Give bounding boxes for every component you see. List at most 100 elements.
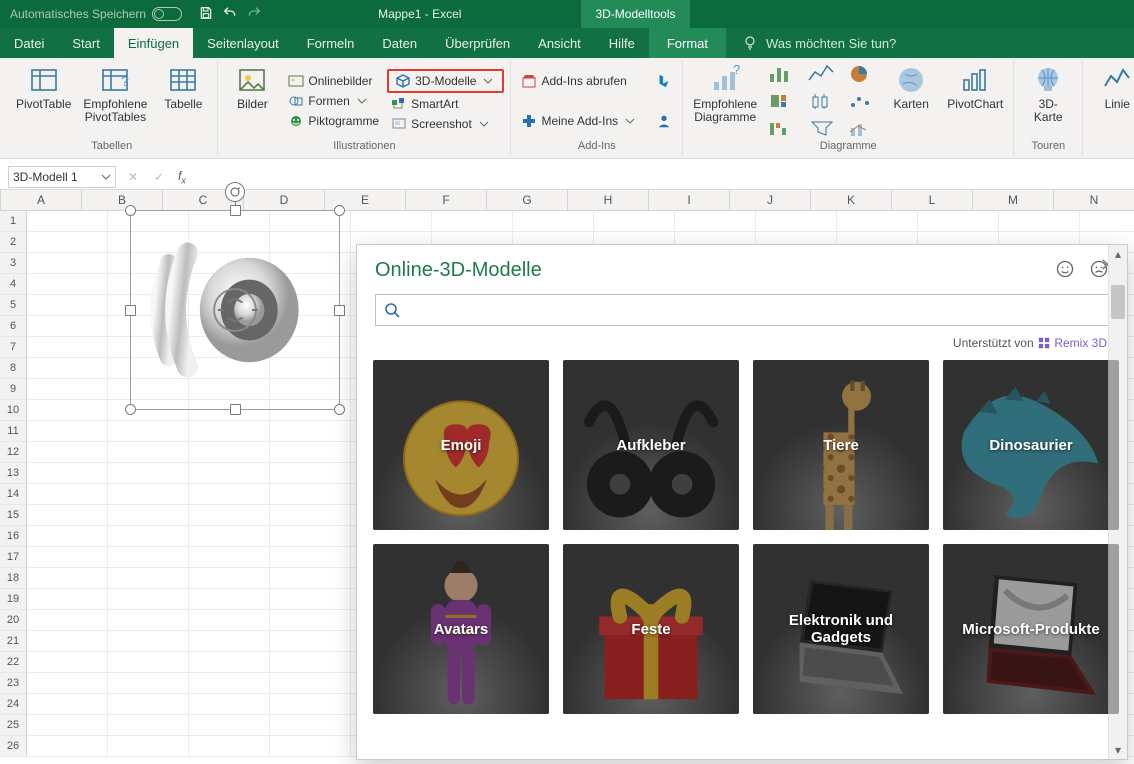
undo-icon[interactable] bbox=[222, 5, 238, 24]
row-header[interactable]: 2 bbox=[0, 232, 26, 253]
recommended-charts-button[interactable]: ? Empfohlene Diagramme bbox=[689, 62, 761, 140]
row-header[interactable]: 13 bbox=[0, 463, 26, 484]
table-button[interactable]: Tabelle bbox=[155, 62, 211, 140]
row-header[interactable]: 22 bbox=[0, 652, 26, 673]
row-header[interactable]: 20 bbox=[0, 610, 26, 631]
category-card[interactable]: Feste bbox=[563, 544, 739, 714]
category-card[interactable]: Elektronik und Gadgets bbox=[753, 544, 929, 714]
column-header[interactable]: N bbox=[1054, 190, 1134, 210]
column-header[interactable]: H bbox=[568, 190, 649, 210]
rotate-handle-icon[interactable] bbox=[225, 182, 245, 202]
scrollbar-thumb[interactable] bbox=[1111, 285, 1125, 319]
line-chart-button[interactable] bbox=[805, 63, 839, 85]
tab-daten[interactable]: Daten bbox=[368, 28, 431, 58]
row-header[interactable]: 21 bbox=[0, 631, 26, 652]
column-header[interactable]: G bbox=[487, 190, 568, 210]
resize-handle[interactable] bbox=[334, 205, 345, 216]
row-header[interactable]: 26 bbox=[0, 736, 26, 757]
recommended-pivot-button[interactable]: ? Empfohlene PivotTables bbox=[79, 62, 151, 140]
column-header[interactable]: F bbox=[406, 190, 487, 210]
column-header[interactable]: I bbox=[649, 190, 730, 210]
pictures-button[interactable]: Bilder bbox=[224, 62, 280, 140]
smartart-button[interactable]: SmartArt bbox=[387, 95, 504, 113]
row-header[interactable]: 19 bbox=[0, 589, 26, 610]
column-header[interactable]: M bbox=[973, 190, 1054, 210]
row-header[interactable]: 18 bbox=[0, 568, 26, 589]
column-chart-button[interactable] bbox=[765, 63, 799, 85]
column-header[interactable]: B bbox=[82, 190, 163, 210]
resize-handle[interactable] bbox=[230, 404, 241, 415]
pivottable-button[interactable]: PivotTable bbox=[12, 62, 75, 140]
feedback-happy-icon[interactable] bbox=[1055, 259, 1075, 282]
scatter-chart-button[interactable] bbox=[845, 90, 879, 112]
funnel-chart-button[interactable] bbox=[805, 117, 839, 139]
row-header[interactable]: 16 bbox=[0, 526, 26, 547]
row-header[interactable]: 12 bbox=[0, 442, 26, 463]
tab-formeln[interactable]: Formeln bbox=[293, 28, 369, 58]
row-header[interactable]: 5 bbox=[0, 295, 26, 316]
row-header[interactable]: 7 bbox=[0, 337, 26, 358]
tab-start[interactable]: Start bbox=[58, 28, 113, 58]
row-header[interactable]: 1 bbox=[0, 211, 26, 232]
tab-datei[interactable]: Datei bbox=[0, 28, 58, 58]
statistic-chart-button[interactable] bbox=[805, 90, 839, 112]
cancel-formula-button[interactable]: ✕ bbox=[120, 170, 146, 184]
tab-seitenlayout[interactable]: Seitenlayout bbox=[193, 28, 293, 58]
row-header[interactable]: 17 bbox=[0, 547, 26, 568]
3d-models-button[interactable]: 3D-Modelle bbox=[387, 69, 504, 93]
people-graph-addin[interactable] bbox=[652, 112, 676, 130]
waterfall-chart-button[interactable] bbox=[765, 117, 799, 139]
fx-icon[interactable]: fx bbox=[172, 169, 192, 185]
autosave-toggle[interactable]: Automatisches Speichern bbox=[0, 7, 192, 21]
row-header[interactable]: 3 bbox=[0, 253, 26, 274]
column-header[interactable]: A bbox=[1, 190, 82, 210]
category-card[interactable]: Tiere bbox=[753, 360, 929, 530]
row-header[interactable]: 4 bbox=[0, 274, 26, 295]
tab-überprüfen[interactable]: Überprüfen bbox=[431, 28, 524, 58]
column-header[interactable]: D bbox=[244, 190, 325, 210]
get-addins-button[interactable]: Add-Ins abrufen bbox=[517, 72, 642, 90]
row-header[interactable]: 9 bbox=[0, 379, 26, 400]
formula-input[interactable] bbox=[192, 167, 1134, 187]
name-box[interactable]: 3D-Modell 1 bbox=[8, 166, 116, 188]
hierarchy-chart-button[interactable] bbox=[765, 90, 799, 112]
row-header[interactable]: 8 bbox=[0, 358, 26, 379]
online-pictures-button[interactable]: Onlinebilder bbox=[284, 72, 383, 90]
search-input[interactable] bbox=[375, 294, 1109, 326]
combo-chart-button[interactable] bbox=[845, 117, 879, 139]
pie-chart-button[interactable] bbox=[845, 63, 879, 85]
category-card[interactable]: Avatars bbox=[373, 544, 549, 714]
column-header[interactable]: K bbox=[811, 190, 892, 210]
screenshot-button[interactable]: Screenshot bbox=[387, 115, 504, 133]
resize-handle[interactable] bbox=[334, 305, 345, 316]
row-header[interactable]: 14 bbox=[0, 484, 26, 505]
column-header[interactable]: J bbox=[730, 190, 811, 210]
category-card[interactable]: Microsoft-Produkte bbox=[943, 544, 1119, 714]
maps-button[interactable]: Karten bbox=[883, 62, 939, 140]
tab-ansicht[interactable]: Ansicht bbox=[524, 28, 595, 58]
scroll-up-icon[interactable]: ▴ bbox=[1109, 245, 1127, 263]
row-header[interactable]: 24 bbox=[0, 694, 26, 715]
row-header[interactable]: 11 bbox=[0, 421, 26, 442]
tab-hilfe[interactable]: Hilfe bbox=[595, 28, 649, 58]
row-header[interactable]: 25 bbox=[0, 715, 26, 736]
confirm-formula-button[interactable]: ✓ bbox=[146, 170, 172, 184]
row-header[interactable]: 10 bbox=[0, 400, 26, 421]
my-addins-button[interactable]: Meine Add-Ins bbox=[517, 112, 642, 130]
row-header[interactable]: 23 bbox=[0, 673, 26, 694]
category-card[interactable]: Aufkleber bbox=[563, 360, 739, 530]
resize-handle[interactable] bbox=[125, 404, 136, 415]
scroll-down-icon[interactable]: ▾ bbox=[1109, 741, 1127, 759]
column-header[interactable]: L bbox=[892, 190, 973, 210]
row-header[interactable]: 15 bbox=[0, 505, 26, 526]
redo-icon[interactable] bbox=[246, 5, 262, 24]
icons-button[interactable]: Piktogramme bbox=[284, 112, 383, 130]
save-icon[interactable] bbox=[198, 5, 214, 24]
tell-me-search[interactable]: Was möchten Sie tun? bbox=[726, 28, 912, 58]
shapes-button[interactable]: Formen bbox=[284, 92, 383, 110]
selected-3d-model[interactable] bbox=[130, 210, 340, 410]
resize-handle[interactable] bbox=[334, 404, 345, 415]
tab-format[interactable]: Format bbox=[649, 28, 726, 58]
pivotchart-button[interactable]: PivotChart bbox=[943, 62, 1007, 140]
sparkline-line-button[interactable]: Linie bbox=[1089, 62, 1134, 140]
